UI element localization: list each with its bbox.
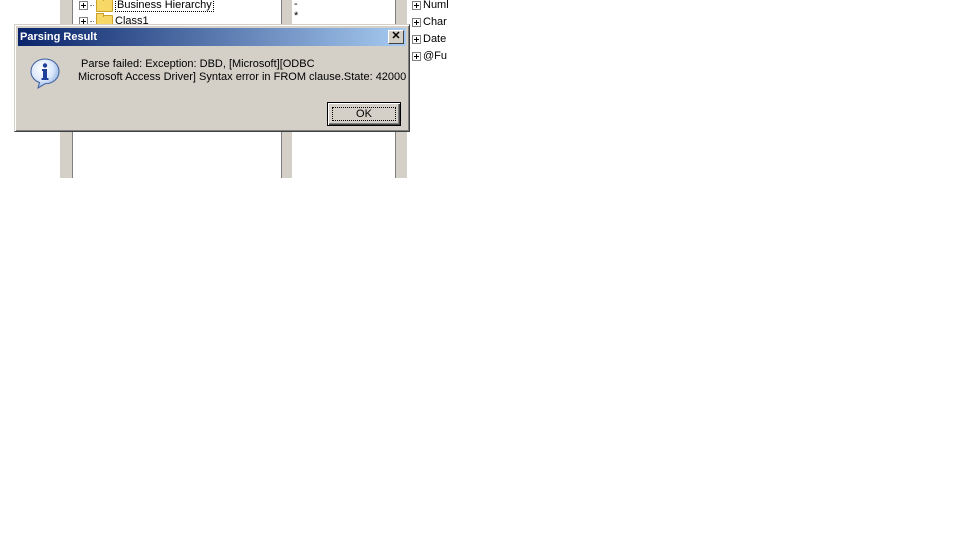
operator-item[interactable]: *	[294, 10, 298, 22]
ok-button-label: OK	[356, 108, 372, 120]
operator-item[interactable]: -	[294, 0, 298, 10]
function-tree-label: Char	[423, 16, 447, 28]
function-tree-item[interactable]: Date	[412, 32, 446, 48]
close-icon: ✕	[391, 30, 401, 42]
expand-icon[interactable]	[412, 17, 421, 27]
error-message-line1: Parse failed: Exception: DBD, [Microsoft…	[81, 58, 315, 70]
dialog-titlebar[interactable]: Parsing Result ✕	[18, 28, 406, 46]
function-tree-label: @Fu	[423, 50, 448, 62]
expand-icon[interactable]	[412, 34, 421, 44]
function-tree-label: Numl	[423, 0, 449, 11]
expand-icon[interactable]	[412, 0, 421, 10]
function-tree-item[interactable]: Char	[412, 15, 447, 31]
expand-icon[interactable]	[79, 0, 88, 10]
error-message-line2: Microsoft Access Driver] Syntax error in…	[78, 71, 407, 83]
close-button[interactable]: ✕	[388, 30, 404, 44]
function-tree-label: Date	[423, 33, 447, 45]
function-tree-item[interactable]: @Fu	[412, 49, 447, 65]
parsing-result-dialog: Parsing Result ✕ Parse failed: Exception…	[14, 24, 410, 132]
expand-icon[interactable]	[412, 51, 421, 61]
ok-button[interactable]: OK	[327, 102, 401, 126]
info-icon	[30, 58, 60, 89]
dialog-title: Parsing Result	[20, 31, 98, 43]
folder-icon	[96, 0, 113, 12]
tree-item-label: Business Hierarchy	[115, 0, 214, 12]
function-tree-item[interactable]: Numl	[412, 0, 449, 14]
